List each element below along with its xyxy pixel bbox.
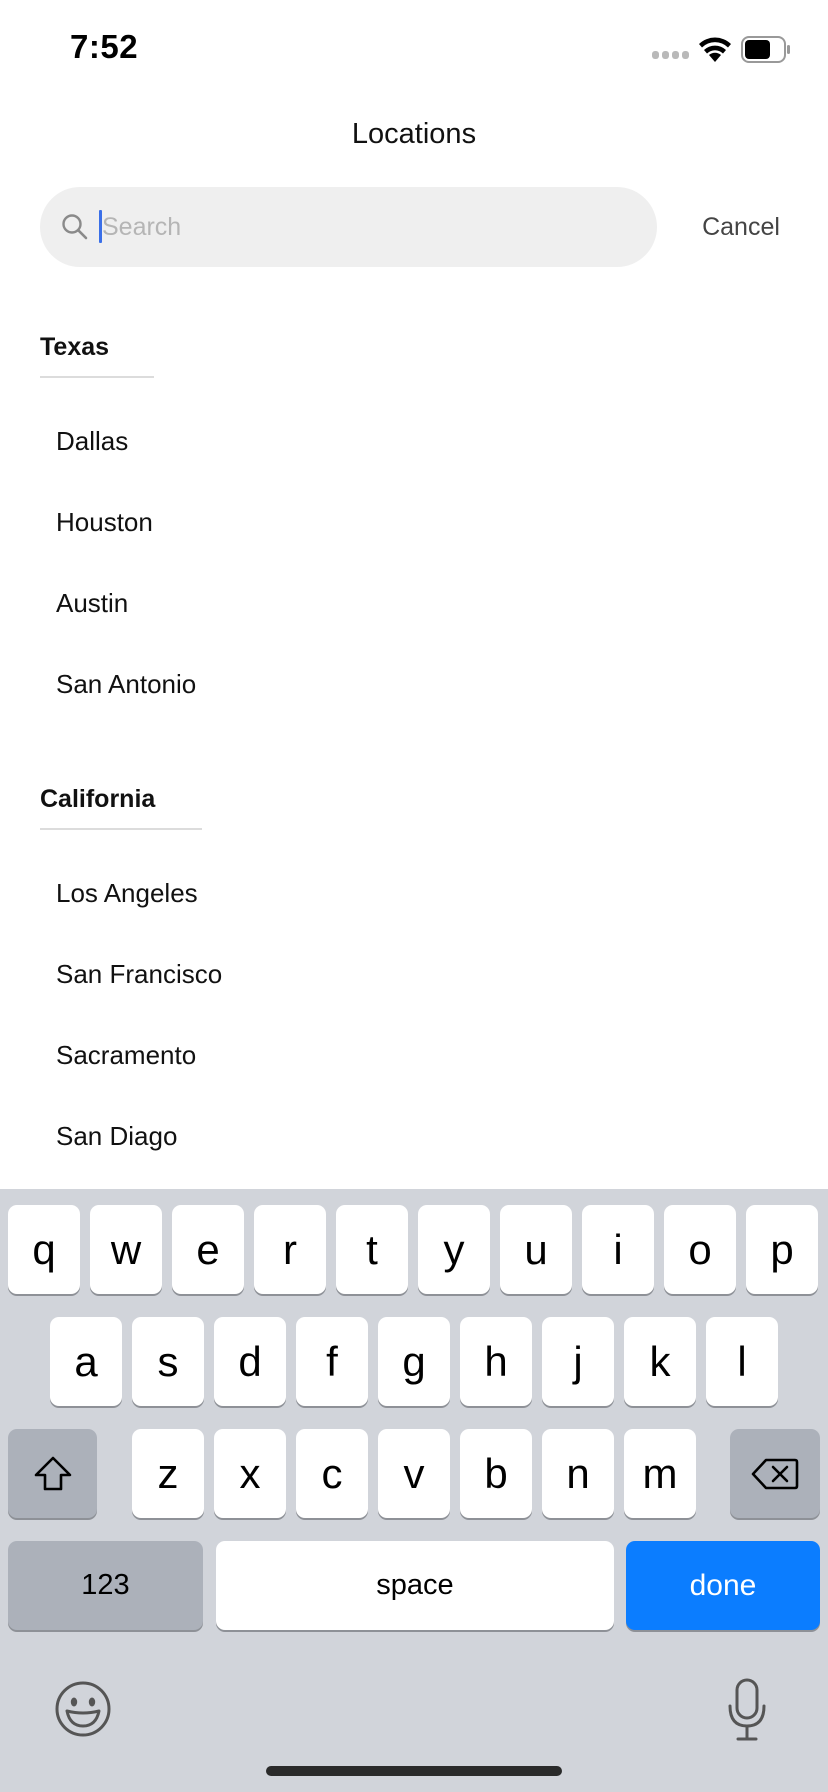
list-item[interactable]: San Diago	[56, 1121, 177, 1152]
key-m[interactable]: m	[624, 1429, 696, 1518]
key-g[interactable]: g	[378, 1317, 450, 1406]
key-s[interactable]: s	[132, 1317, 204, 1406]
key-f[interactable]: f	[296, 1317, 368, 1406]
list-item[interactable]: Los Angeles	[56, 878, 198, 909]
status-bar: 7:52	[0, 0, 828, 100]
cellular-signal-icon	[652, 51, 690, 61]
key-y[interactable]: y	[418, 1205, 490, 1294]
key-o[interactable]: o	[664, 1205, 736, 1294]
search-input[interactable]	[102, 187, 622, 267]
key-d[interactable]: d	[214, 1317, 286, 1406]
key-n[interactable]: n	[542, 1429, 614, 1518]
key-b[interactable]: b	[460, 1429, 532, 1518]
list-item[interactable]: Austin	[56, 588, 128, 619]
section-divider	[40, 376, 154, 378]
battery-icon	[741, 36, 790, 63]
key-v[interactable]: v	[378, 1429, 450, 1518]
search-bar[interactable]	[40, 187, 657, 267]
list-item[interactable]: Sacramento	[56, 1040, 196, 1071]
backspace-icon	[751, 1458, 799, 1490]
wifi-icon	[699, 37, 731, 62]
shift-icon	[34, 1456, 71, 1491]
status-time: 7:52	[70, 28, 139, 65]
list-item[interactable]: Dallas	[56, 426, 128, 457]
key-t[interactable]: t	[336, 1205, 408, 1294]
key-i[interactable]: i	[582, 1205, 654, 1294]
backspace-button[interactable]	[730, 1429, 820, 1518]
key-c[interactable]: c	[296, 1429, 368, 1518]
done-button[interactable]: done	[626, 1541, 820, 1630]
key-l[interactable]: l	[706, 1317, 778, 1406]
section-title: Texas	[40, 333, 110, 361]
key-r[interactable]: r	[254, 1205, 326, 1294]
section-divider	[40, 828, 202, 830]
numbers-key[interactable]: 123	[8, 1541, 203, 1630]
home-indicator	[266, 1766, 562, 1776]
section-title: California	[40, 785, 156, 813]
key-a[interactable]: a	[50, 1317, 122, 1406]
key-x[interactable]: x	[214, 1429, 286, 1518]
key-z[interactable]: z	[132, 1429, 204, 1518]
space-key[interactable]: space	[216, 1541, 614, 1630]
shift-button[interactable]	[8, 1429, 97, 1518]
microphone-icon[interactable]	[726, 1678, 768, 1742]
search-icon	[62, 214, 88, 240]
key-p[interactable]: p	[746, 1205, 818, 1294]
key-j[interactable]: j	[542, 1317, 614, 1406]
key-u[interactable]: u	[500, 1205, 572, 1294]
list-item[interactable]: Houston	[56, 507, 153, 538]
list-item[interactable]: San Antonio	[56, 669, 196, 700]
key-h[interactable]: h	[460, 1317, 532, 1406]
key-q[interactable]: q	[8, 1205, 80, 1294]
emoji-icon[interactable]	[54, 1680, 112, 1738]
key-e[interactable]: e	[172, 1205, 244, 1294]
cancel-button[interactable]: Cancel	[686, 213, 796, 242]
key-w[interactable]: w	[90, 1205, 162, 1294]
key-k[interactable]: k	[624, 1317, 696, 1406]
page-title: Locations	[351, 118, 477, 150]
list-item[interactable]: San Francisco	[56, 959, 222, 990]
keyboard: q w e r t y u i o p a s d f g h j k l z …	[0, 1189, 828, 1792]
